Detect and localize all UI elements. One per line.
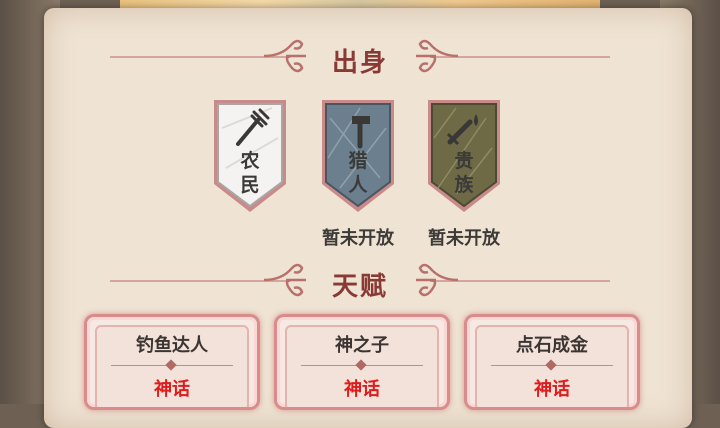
talent-card[interactable]: 点石成金 神话	[464, 314, 640, 410]
hammer-icon	[352, 116, 370, 149]
origin-noble-card[interactable]: 贵 族	[426, 98, 502, 214]
origin-hunter-name-2: 人	[348, 174, 368, 196]
pitchfork-icon	[236, 108, 270, 146]
talent-rarity: 神话	[344, 379, 380, 400]
talent-card[interactable]: 神之子 神话	[274, 314, 450, 410]
talent-name: 钓鱼达人	[136, 335, 208, 356]
talent-name: 神之子	[335, 335, 389, 356]
talent-rarity: 神话	[154, 379, 190, 400]
talent-card[interactable]: 钓鱼达人 神话	[84, 314, 260, 410]
origin-noble-status: 暂未开放	[428, 228, 500, 249]
origin-hunter-name-1: 猎	[348, 150, 368, 172]
sword-blood-icon	[446, 114, 478, 146]
talent-section-title: 天赋	[331, 272, 388, 302]
talent-rarity: 神话	[534, 379, 570, 400]
origin-hunter-card[interactable]: 猎 人	[320, 98, 396, 214]
origin-noble-name-2: 族	[454, 174, 474, 196]
origin-farmer-name-1: 农	[240, 150, 260, 172]
origin-section-title: 出身	[331, 48, 388, 78]
origin-farmer-card[interactable]: 农 民	[212, 98, 288, 214]
origin-farmer-name-2: 民	[240, 174, 260, 196]
origin-hunter-status: 暂未开放	[322, 228, 394, 249]
origin-noble-name-1: 贵	[454, 150, 474, 172]
talent-name: 点石成金	[516, 335, 588, 356]
